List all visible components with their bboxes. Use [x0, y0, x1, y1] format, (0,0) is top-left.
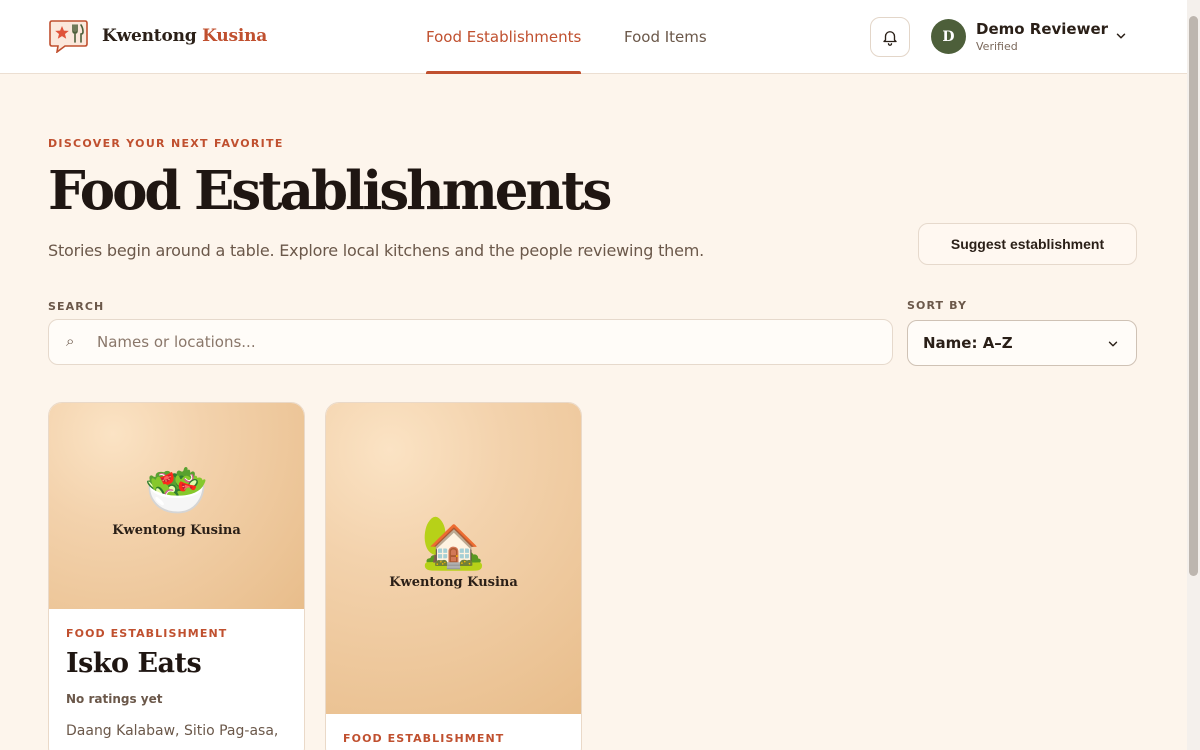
- card-body: FOOD ESTABLISHMENT Isko Eats No ratings …: [49, 609, 304, 742]
- page-scrollbar[interactable]: [1187, 0, 1200, 750]
- user-name: Demo Reviewer: [976, 19, 1109, 38]
- search-input[interactable]: [97, 320, 877, 364]
- establishment-card[interactable]: 🥗 Kwentong Kusina FOOD ESTABLISHMENT Isk…: [48, 402, 305, 750]
- user-menu[interactable]: D Demo Reviewer Verified: [931, 19, 1126, 54]
- chat-bubble-star-utensils-icon: [49, 20, 88, 53]
- brand-name: Kwentong Kusina: [102, 26, 268, 46]
- card-kicker: FOOD ESTABLISHMENT: [343, 732, 505, 745]
- house-icon: 🏡: [421, 513, 486, 573]
- page-subtitle: Stories begin around a table. Explore lo…: [48, 241, 705, 260]
- search-label: SEARCH: [48, 300, 105, 313]
- bell-icon: [883, 31, 897, 46]
- card-rating: No ratings yet: [66, 692, 163, 706]
- suggest-establishment-button[interactable]: Suggest establishment: [918, 223, 1137, 265]
- notifications-button[interactable]: [870, 17, 910, 57]
- brand-logo-link[interactable]: Kwentong Kusina: [48, 19, 267, 53]
- search-icon: ⌕: [66, 332, 75, 350]
- card-location: Daang Kalabaw, Sitio Pag-asa,: [66, 723, 279, 739]
- chevron-down-icon: [1108, 341, 1118, 347]
- user-status: Verified: [976, 39, 1018, 53]
- card-image-caption: Kwentong Kusina: [389, 575, 518, 590]
- page-eyebrow: DISCOVER YOUR NEXT FAVORITE: [48, 137, 284, 150]
- establishment-card[interactable]: 🏡 Kwentong Kusina FOOD ESTABLISHMENT: [325, 402, 582, 750]
- card-kicker: FOOD ESTABLISHMENT: [66, 627, 228, 640]
- scrollbar-thumb[interactable]: [1189, 16, 1198, 576]
- card-image: 🏡 Kwentong Kusina: [326, 403, 581, 714]
- page-title: Food Establishments: [48, 160, 612, 222]
- card-body: FOOD ESTABLISHMENT: [326, 714, 581, 745]
- salad-bowl-icon: 🥗: [144, 461, 209, 521]
- card-image: 🥗 Kwentong Kusina: [49, 403, 304, 609]
- user-info: Demo Reviewer Verified: [976, 19, 1109, 53]
- search-field[interactable]: ⌕: [48, 319, 893, 365]
- sort-select[interactable]: Name: A–Z: [907, 320, 1137, 366]
- card-image-caption: Kwentong Kusina: [112, 523, 241, 538]
- sort-value: Name: A–Z: [923, 334, 1013, 352]
- sort-label: SORT BY: [907, 299, 968, 312]
- top-navbar: Kwentong Kusina Food Establishments Food…: [0, 0, 1187, 74]
- avatar: D: [931, 19, 966, 54]
- card-title[interactable]: Isko Eats: [66, 648, 287, 679]
- nav-food-establishments[interactable]: Food Establishments: [426, 0, 582, 74]
- chevron-down-icon[interactable]: [1114, 29, 1128, 43]
- nav-food-items[interactable]: Food Items: [624, 0, 707, 74]
